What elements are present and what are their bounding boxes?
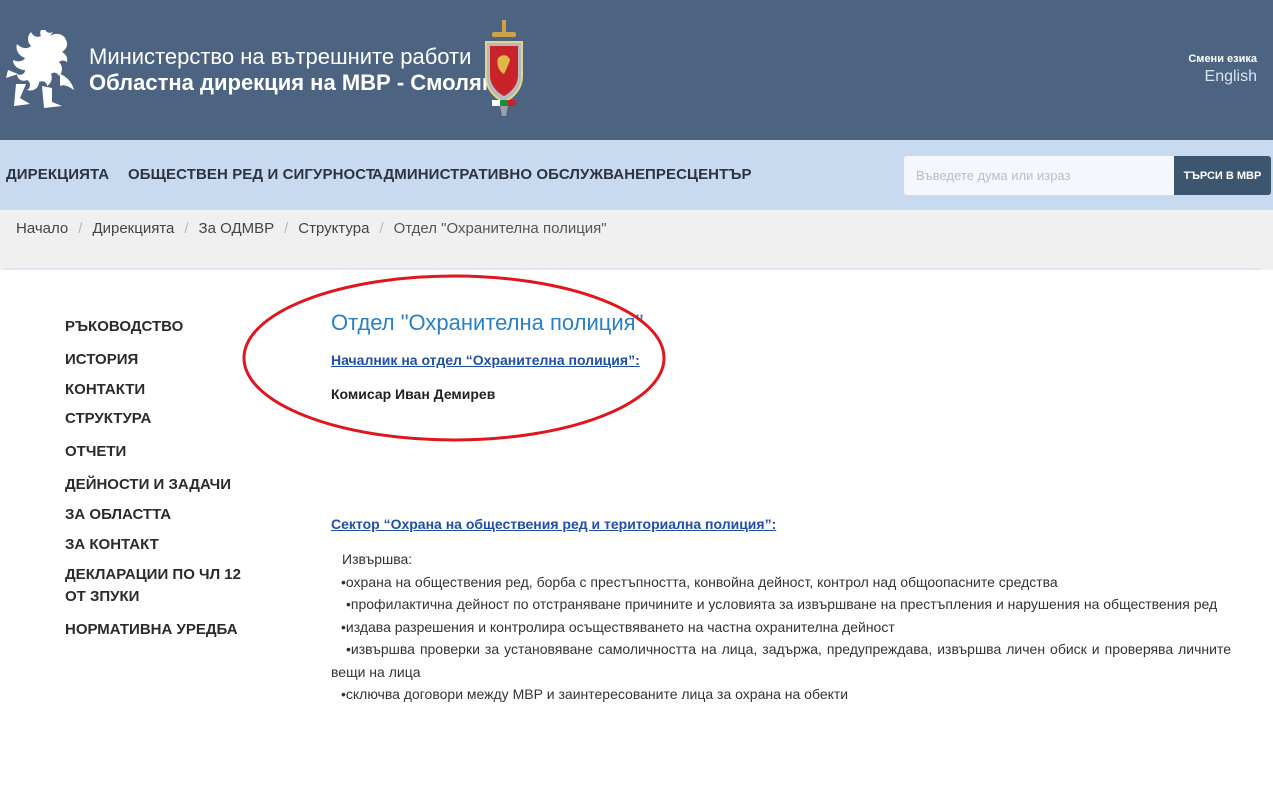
search-button[interactable]: ТЪРСИ В МВР — [1174, 156, 1271, 195]
organization-title: Министерство на вътрешните работи Област… — [89, 44, 495, 96]
content-divider — [3, 268, 1260, 270]
police-shield-sword-icon — [485, 20, 523, 116]
breadcrumb-home[interactable]: Начало — [16, 220, 68, 237]
sidebar-item-contacts[interactable]: КОНТАКТИ — [65, 379, 265, 401]
main-navigation: ДИРЕКЦИЯТА ОБЩЕСТВЕН РЕД И СИГУРНОСТ АДМ… — [0, 140, 1273, 210]
duty-item: •издава разрешения и контролира осъществ… — [341, 618, 895, 635]
chief-heading-link[interactable]: Началник на отдел “Охранителна полиция”: — [331, 352, 640, 368]
breadcrumb-structure[interactable]: Структура — [298, 220, 369, 237]
site-header: Министерство на вътрешните работи Област… — [0, 0, 1273, 140]
language-label: Смени езика — [1188, 53, 1257, 65]
sidebar-item-contact[interactable]: ЗА КОНТАКТ — [65, 534, 265, 556]
directorate-name: Областна дирекция на МВР - Смолян — [89, 70, 496, 95]
bulgarian-lion-icon[interactable] — [2, 30, 78, 112]
sidebar-item-activities[interactable]: ДЕЙНОСТИ И ЗАДАЧИ — [65, 474, 265, 496]
breadcrumb: Начало / Дирекцията / За ОДМВР / Структура / Отд… — [0, 210, 1273, 270]
duties-description: Извършва: •охрана на обществения ред, бо… — [331, 548, 1231, 706]
search-input[interactable] — [904, 156, 1174, 195]
sidebar-item-reports[interactable]: ОТЧЕТИ — [65, 441, 265, 463]
english-language-link[interactable]: English — [1188, 66, 1257, 88]
sector-heading-link[interactable]: Сектор “Охрана на обществения ред и тери… — [331, 516, 776, 532]
nav-item-press-center[interactable]: ПРЕСЦЕНТЪР — [645, 166, 752, 183]
nav-item-directorate[interactable]: ДИРЕКЦИЯТА — [6, 166, 109, 183]
sidebar-item-region[interactable]: ЗА ОБЛАСТТА — [65, 504, 265, 526]
breadcrumb-directorate[interactable]: Дирекцията — [92, 220, 174, 237]
breadcrumb-separator: / — [284, 220, 289, 237]
nav-item-public-order[interactable]: ОБЩЕСТВЕН РЕД И СИГУРНОСТ — [128, 166, 375, 183]
breadcrumb-current: Отдел "Охранителна полиция" — [393, 220, 607, 237]
breadcrumb-about[interactable]: За ОДМВР — [199, 220, 275, 237]
sidebar-item-structure[interactable]: СТРУКТУРА — [65, 408, 265, 430]
duty-item: •охрана на обществения ред, борба с прес… — [341, 573, 1058, 590]
breadcrumb-separator: / — [78, 220, 83, 237]
sidebar-item-declarations[interactable]: ДЕКЛАРАЦИИ ПО ЧЛ 12 ОТ ЗПУКИ — [65, 564, 255, 608]
language-switcher: Смени езика English — [1188, 52, 1257, 88]
duty-item: •профилактична дейност по отстраняване п… — [346, 596, 1218, 612]
nav-item-administrative-services[interactable]: АДМИНИСТРАТИВНО ОБСЛУЖВАНЕ — [372, 166, 645, 183]
sidebar-item-leadership[interactable]: РЪКОВОДСТВО — [65, 316, 265, 338]
breadcrumb-separator: / — [184, 220, 189, 237]
breadcrumb-separator: / — [379, 220, 384, 237]
sidebar-item-history[interactable]: ИСТОРИЯ — [65, 349, 265, 371]
duty-item: •сключва договори между МВР и заинтересо… — [341, 686, 849, 702]
page-title: Отдел "Охранителна полиция" — [331, 310, 644, 335]
duty-item: •извършва проверки за установяване самол… — [331, 641, 1231, 680]
chief-name: Комисар Иван Демирев — [331, 386, 496, 402]
sidebar-item-regulations[interactable]: НОРМАТИВНА УРЕДБА — [65, 619, 265, 641]
ministry-name: Министерство на вътрешните работи — [89, 44, 472, 69]
duties-intro: Извършва: — [342, 551, 413, 567]
